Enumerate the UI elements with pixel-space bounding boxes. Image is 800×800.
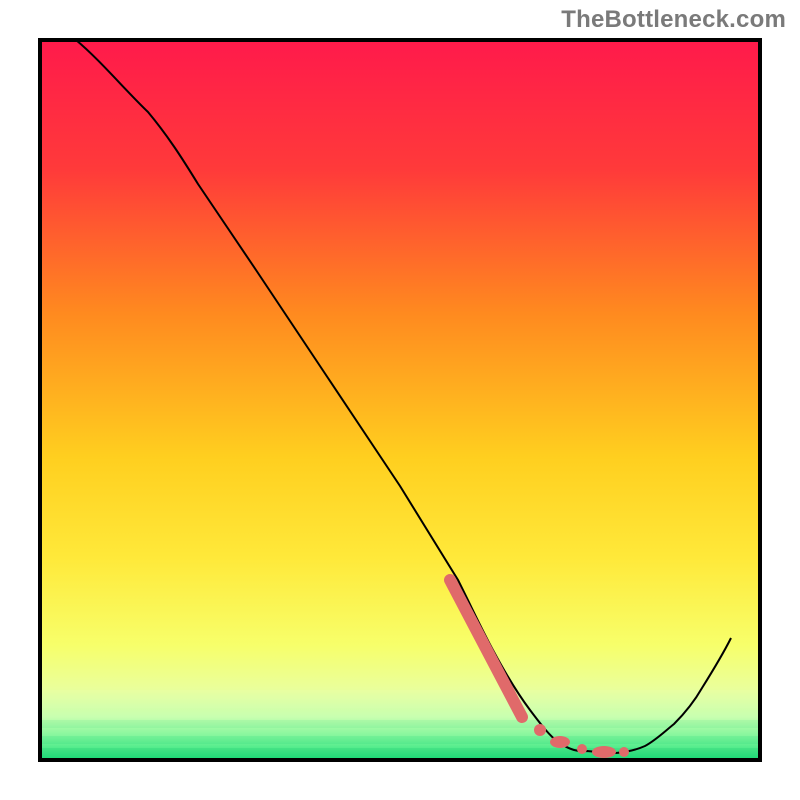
watermark-text: TheBottleneck.com bbox=[561, 6, 786, 34]
chart-svg bbox=[0, 0, 800, 800]
bottom-banding bbox=[40, 690, 760, 760]
chart-container: TheBottleneck.com bbox=[0, 0, 800, 800]
plot-background bbox=[40, 40, 760, 760]
